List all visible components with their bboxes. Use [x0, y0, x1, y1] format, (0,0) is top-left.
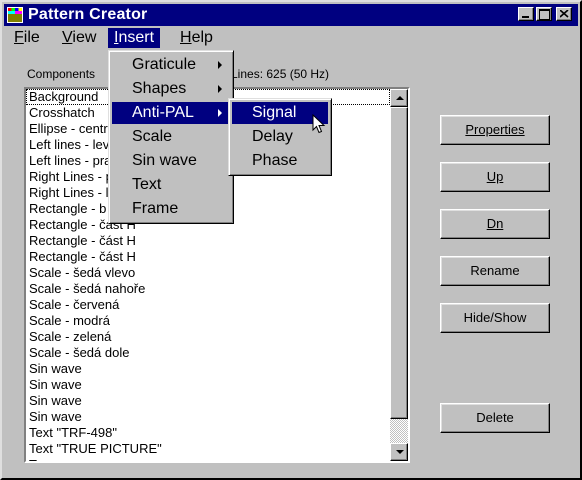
anti-pal-submenu: Signal Delay Phase: [228, 98, 332, 176]
menu-view-label: iew: [72, 29, 97, 46]
menu-view[interactable]: View: [56, 28, 102, 48]
delete-button[interactable]: Delete: [440, 403, 550, 433]
submenu-arrow-icon: [218, 109, 222, 117]
menu-insert-label: nsert: [118, 29, 155, 46]
list-item[interactable]: Sin wave: [26, 361, 390, 377]
dn-button-label: Dn: [486, 216, 504, 231]
scroll-down-button[interactable]: [390, 443, 408, 461]
dn-button[interactable]: Dn: [440, 209, 550, 239]
submenu-arrow-icon: [218, 61, 222, 69]
list-item[interactable]: Rectangle - část H: [26, 249, 390, 265]
menu-item-anti-pal[interactable]: Anti-PAL: [112, 102, 230, 124]
list-item[interactable]: T: [26, 457, 390, 461]
list-item[interactable]: Sin wave: [26, 409, 390, 425]
list-item[interactable]: Scale - červená: [26, 297, 390, 313]
menu-item-text-label: Text: [132, 176, 162, 193]
delete-button-label: Delete: [476, 410, 514, 425]
minimize-icon: [522, 16, 529, 18]
submenu-arrow-icon: [218, 85, 222, 93]
menu-item-shapes-label: Shapes: [132, 80, 187, 97]
menu-item-graticule-label: Graticule: [132, 56, 197, 73]
menu-item-anti-pal-label: Anti-PAL: [132, 104, 194, 121]
rename-button[interactable]: Rename: [440, 256, 550, 286]
menu-item-sin-wave[interactable]: Sin wave: [112, 150, 230, 172]
menu-bar: File View Insert Help: [4, 26, 578, 50]
menu-file-mnemonic: F: [14, 29, 24, 46]
list-item[interactable]: Rectangle - část H: [26, 233, 390, 249]
menu-help-mnemonic: H: [180, 29, 192, 46]
insert-menu: Graticule Shapes Anti-PAL Scale Sin wave…: [108, 50, 234, 224]
window-title: Pattern Creator: [28, 6, 148, 23]
menu-view-mnemonic: V: [62, 29, 73, 46]
menu-item-sin-wave-label: Sin wave: [132, 152, 197, 169]
close-icon: [560, 10, 569, 18]
maximize-button[interactable]: [536, 7, 552, 21]
menu-help-label: elp: [191, 29, 213, 46]
up-button[interactable]: Up: [440, 162, 550, 192]
list-item[interactable]: Text "TRUE PICTURE": [26, 441, 390, 457]
list-item[interactable]: Scale - šedá dole: [26, 345, 390, 361]
hide-show-button-label: Hide/Show: [463, 310, 527, 325]
list-item[interactable]: Scale - šedá nahoře: [26, 281, 390, 297]
menu-item-shapes[interactable]: Shapes: [112, 78, 230, 100]
menu-item-phase-label: Phase: [252, 152, 298, 169]
menu-item-graticule[interactable]: Graticule: [112, 54, 230, 76]
menu-file-label: ile: [23, 29, 40, 46]
close-button[interactable]: [556, 7, 572, 21]
menu-item-scale[interactable]: Scale: [112, 126, 230, 148]
list-item[interactable]: Sin wave: [26, 377, 390, 393]
minimize-button[interactable]: [518, 7, 534, 21]
scroll-up-button[interactable]: [390, 89, 408, 107]
menu-item-phase[interactable]: Phase: [232, 150, 328, 172]
menu-item-signal-label: Signal: [252, 104, 297, 121]
menu-item-frame-label: Frame: [132, 200, 179, 217]
list-item[interactable]: Scale - modrá: [26, 313, 390, 329]
menu-item-frame[interactable]: Frame: [112, 198, 230, 220]
menu-item-scale-label: Scale: [132, 128, 173, 145]
app-icon[interactable]: [7, 7, 23, 23]
lines-info: Lines: 625 (50 Hz): [231, 67, 330, 81]
list-item[interactable]: Scale - zelená: [26, 329, 390, 345]
menu-help[interactable]: Help: [174, 28, 219, 48]
up-button-label: Up: [486, 169, 504, 184]
list-item[interactable]: Text "TRF-498": [26, 425, 390, 441]
arrow-down-icon: [396, 450, 404, 454]
menu-item-text[interactable]: Text: [112, 174, 230, 196]
app-window: Pattern Creator File View Insert Help Co…: [0, 0, 582, 480]
mouse-pointer-icon: [312, 114, 326, 134]
list-item[interactable]: Scale - šedá vlevo: [26, 265, 390, 281]
vertical-scrollbar[interactable]: [390, 89, 408, 461]
properties-button[interactable]: Properties: [440, 115, 550, 145]
menu-item-delay-label: Delay: [252, 128, 293, 145]
maximize-icon: [539, 9, 550, 20]
rename-button-label: Rename: [470, 263, 520, 278]
menu-file[interactable]: File: [8, 28, 46, 48]
menu-insert[interactable]: Insert: [108, 28, 161, 48]
components-label: Components: [27, 67, 96, 81]
properties-button-label: Properties: [465, 122, 525, 137]
title-bar[interactable]: Pattern Creator: [4, 4, 578, 26]
list-item[interactable]: Sin wave: [26, 393, 390, 409]
arrow-up-icon: [396, 96, 404, 100]
scrollbar-thumb[interactable]: [390, 107, 408, 419]
hide-show-button[interactable]: Hide/Show: [440, 303, 550, 333]
